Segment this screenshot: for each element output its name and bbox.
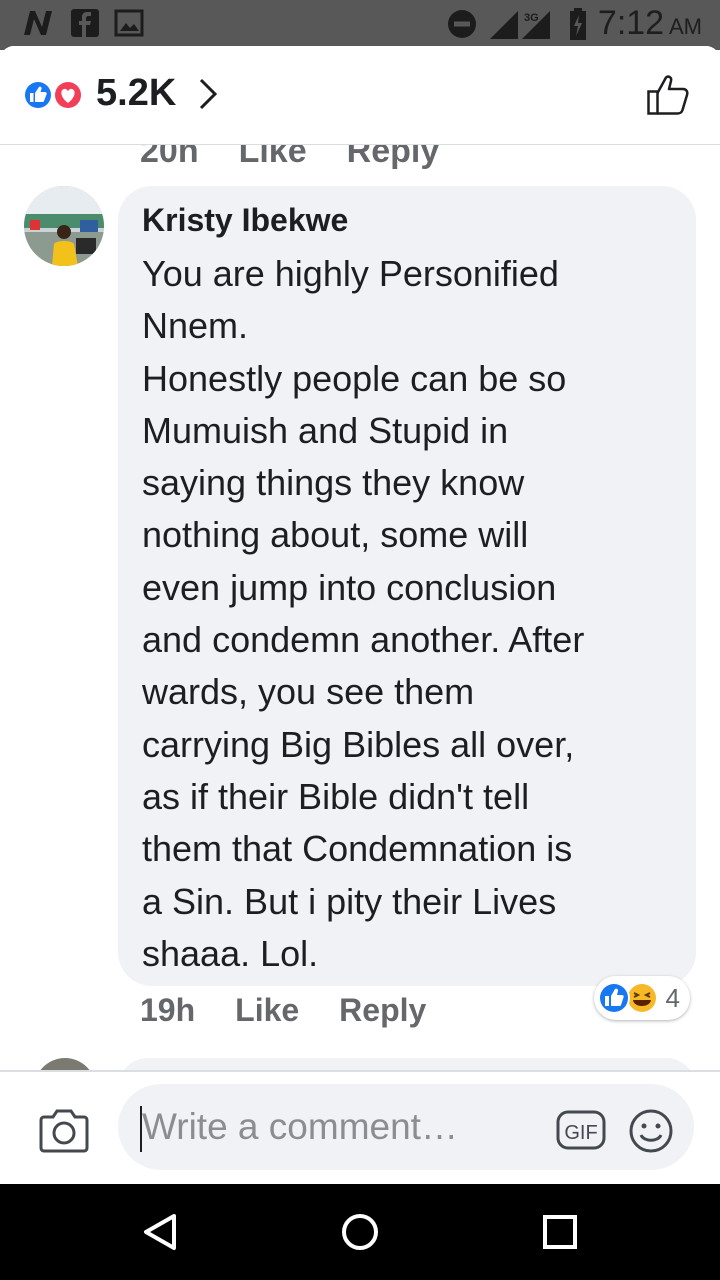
recent-apps-icon[interactable] xyxy=(542,1214,578,1250)
navigation-bar xyxy=(0,1184,720,1280)
reaction-icons xyxy=(23,80,83,110)
comment-reaction-icons xyxy=(598,982,658,1014)
like-button[interactable]: Like xyxy=(235,992,299,1029)
back-icon[interactable] xyxy=(138,1212,182,1252)
like-reaction-icon xyxy=(598,982,630,1014)
clock-ampm: AM xyxy=(669,14,702,39)
avatar[interactable] xyxy=(24,186,104,266)
facebook-icon xyxy=(71,9,99,37)
emoji-icon[interactable] xyxy=(628,1108,674,1154)
comment-bubble[interactable]: Kristy Ibekwe You are highly Personified… xyxy=(118,186,696,986)
clock-time: 7:12 xyxy=(597,4,665,42)
home-icon[interactable] xyxy=(340,1212,380,1252)
clock: 7:12 AM xyxy=(598,4,702,43)
reply-button[interactable]: Reply xyxy=(339,992,426,1029)
battery-icon xyxy=(569,7,586,40)
comments-sheet: 5.2K 20h Like Reply Kristy Ibekwe You ar… xyxy=(0,46,720,1184)
signal-icon: 3G xyxy=(489,10,550,39)
comment-actions: 19h Like Reply xyxy=(140,992,426,1029)
comment-time: 19h xyxy=(140,992,196,1028)
network-type: 3G xyxy=(524,12,539,24)
comment-author[interactable]: Kristy Ibekwe xyxy=(142,202,348,239)
avatar-photo xyxy=(24,186,104,266)
like-reaction-icon xyxy=(23,80,53,110)
comment-text: You are highly Personified Nnem. Honestl… xyxy=(142,253,585,974)
comment-reactions[interactable]: 4 xyxy=(594,976,690,1020)
gif-icon[interactable]: GIF xyxy=(556,1108,606,1152)
status-bar: 3G 7:12 AM xyxy=(0,0,720,50)
love-reaction-icon xyxy=(53,80,83,110)
reactions-header[interactable]: 5.2K xyxy=(0,46,720,145)
thumbs-up-icon[interactable] xyxy=(646,74,690,116)
image-icon xyxy=(114,9,144,37)
comment-composer: Write a comment… GIF xyxy=(0,1070,720,1184)
dnd-icon xyxy=(447,9,476,38)
haha-reaction-icon xyxy=(626,982,658,1014)
chevron-right-icon[interactable] xyxy=(196,76,220,112)
comment-placeholder: Write a comment… xyxy=(142,1106,458,1147)
camera-icon[interactable] xyxy=(38,1108,90,1154)
reaction-count: 5.2K xyxy=(96,72,177,114)
comment-reaction-count: 4 xyxy=(665,983,680,1013)
n-app-icon xyxy=(24,11,52,35)
gif-label: GIF xyxy=(564,1122,597,1144)
comment-input[interactable]: Write a comment… GIF xyxy=(118,1084,694,1170)
